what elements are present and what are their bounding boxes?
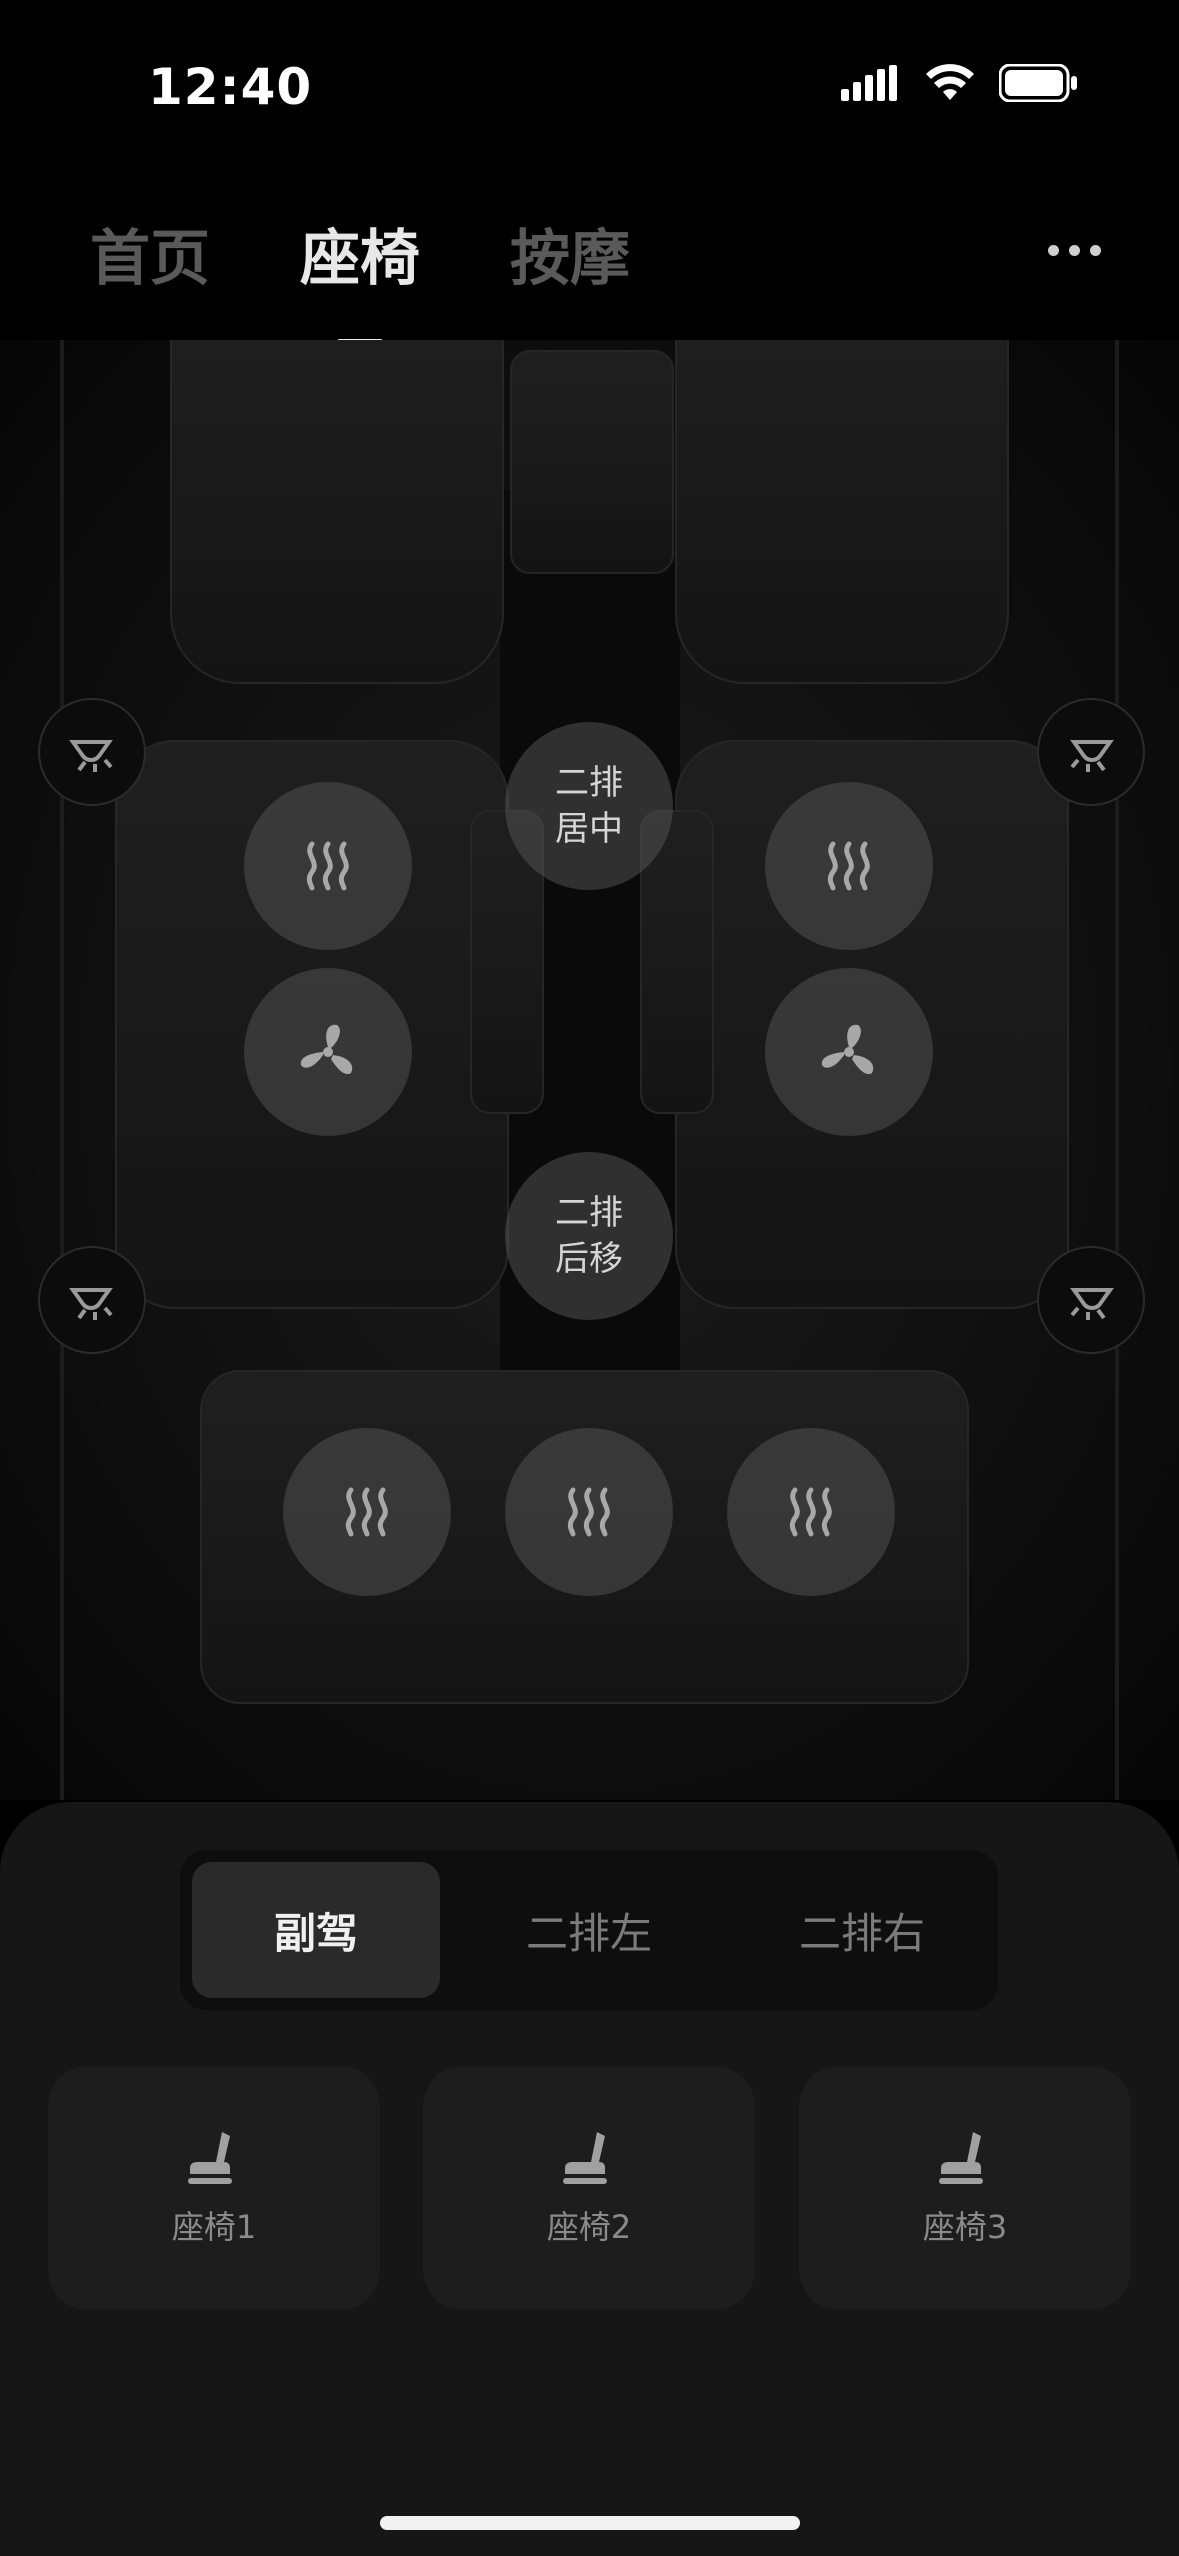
seat-preset-label: 座椅3 — [922, 2208, 1008, 2246]
row2-center-line2: 居中 — [555, 809, 623, 849]
seat-preset-2[interactable]: 座椅2 — [423, 2066, 755, 2310]
seat-icon — [563, 2132, 607, 2184]
seat-heat-icon — [306, 841, 349, 891]
top-tabs: 首页 座椅 按摩 — [90, 210, 630, 347]
seat-preset-label: 座椅2 — [546, 2208, 632, 2246]
seat-preset-3[interactable]: 座椅3 — [799, 2066, 1131, 2310]
row2-center-line1: 二排 — [555, 763, 623, 803]
home-indicator[interactable] — [380, 2516, 800, 2530]
seat-preset-1[interactable]: 座椅1 — [48, 2066, 380, 2310]
status-icons — [841, 64, 1079, 102]
reading-light-row3-left[interactable] — [38, 1246, 146, 1354]
center-console — [510, 350, 674, 574]
row2-back-line2: 后移 — [555, 1239, 623, 1279]
row3-left-heat-button[interactable] — [283, 1428, 451, 1596]
tab-seat[interactable]: 座椅 — [300, 210, 420, 347]
reading-light-row2-left[interactable] — [38, 698, 146, 806]
row2-back-button[interactable]: 二排 后移 — [505, 1152, 673, 1320]
seat-preset-list: 座椅1 座椅2 座椅3 — [48, 2066, 1131, 2310]
seat-heat-icon — [567, 1487, 610, 1537]
more-options-icon[interactable] — [1048, 245, 1101, 256]
row2-right-heat-button[interactable] — [765, 782, 933, 950]
seat-selector-row2-left[interactable]: 二排左 — [465, 1862, 713, 1998]
row2-left-vent-button[interactable] — [244, 968, 412, 1136]
reading-light-row3-right[interactable] — [1037, 1246, 1145, 1354]
seat-selector-passenger[interactable]: 副驾 — [192, 1862, 440, 1998]
row2-right-vent-button[interactable] — [765, 968, 933, 1136]
seat-heat-icon — [789, 1487, 832, 1537]
front-right-seat — [675, 340, 1009, 684]
reading-light-icon — [69, 1288, 113, 1320]
row2-back-line1: 二排 — [555, 1193, 623, 1233]
fan-icon — [300, 1024, 353, 1075]
reading-light-icon — [69, 740, 113, 772]
seat-heat-icon — [345, 1487, 388, 1537]
fan-icon — [821, 1024, 874, 1075]
row3-right-heat-button[interactable] — [727, 1428, 895, 1596]
wifi-icon — [926, 64, 974, 100]
cellular-signal-icon — [841, 65, 897, 101]
front-left-seat — [170, 340, 504, 684]
battery-icon — [999, 64, 1077, 102]
seat-icon — [188, 2132, 232, 2184]
tab-home[interactable]: 首页 — [90, 210, 210, 297]
reading-light-icon — [1070, 740, 1114, 772]
reading-light-row2-right[interactable] — [1037, 698, 1145, 806]
car-seat-scene: 二排 居中 二排 后移 — [0, 340, 1179, 1800]
seat-control-panel: 副驾 二排左 二排右 座椅1 座椅2 座椅3 — [0, 1802, 1179, 2556]
seat-selector-row2-right[interactable]: 二排右 — [738, 1862, 986, 1998]
reading-light-icon — [1070, 1288, 1114, 1320]
seat-heat-icon — [827, 841, 870, 891]
seat-selector: 副驾 二排左 二排右 — [180, 1850, 998, 2010]
row2-left-heat-button[interactable] — [244, 782, 412, 950]
seat-icon — [939, 2132, 983, 2184]
row3-center-heat-button[interactable] — [505, 1428, 673, 1596]
seat-preset-label: 座椅1 — [171, 2208, 257, 2246]
tab-massage[interactable]: 按摩 — [510, 210, 630, 297]
row2-center-button[interactable]: 二排 居中 — [505, 722, 673, 890]
status-time: 12:40 — [148, 58, 313, 116]
